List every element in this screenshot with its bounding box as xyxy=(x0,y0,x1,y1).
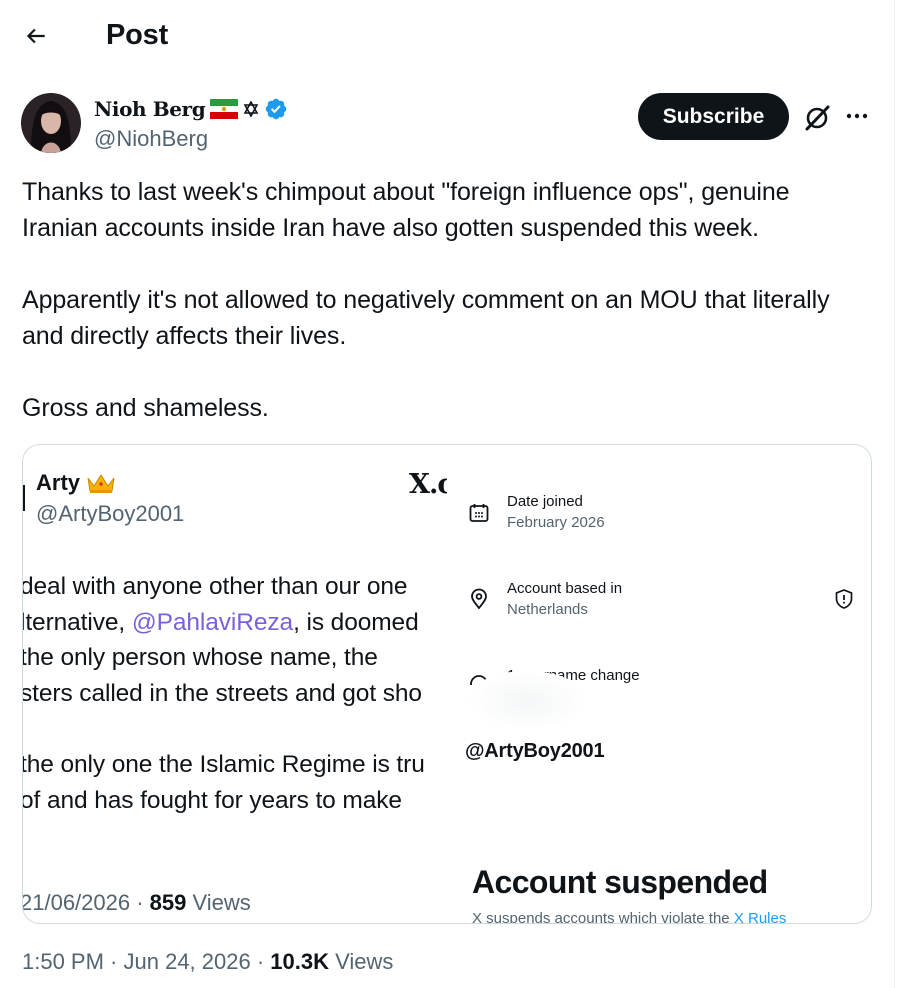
tweet-media-image[interactable]: Arty @ArtyBoy2001 X.c deal with anyone o… xyxy=(22,444,872,924)
mention-link: @PahlaviReza xyxy=(131,608,294,636)
date-joined-value: February 2026 xyxy=(507,514,605,531)
tweet-paragraph: Thanks to last week's chimpout about "fo… xyxy=(22,178,790,242)
quoted-line: of and has fought for years to make xyxy=(23,786,402,814)
quoted-handle: @ArtyBoy2001 xyxy=(36,501,185,526)
date-joined-label: Date joined xyxy=(507,493,583,510)
more-dots-icon xyxy=(846,113,868,119)
account-suspended-subtext: X suspends accounts which violate the X … xyxy=(472,910,786,923)
verified-badge-icon[interactable] xyxy=(264,97,288,121)
tweet-views-count: 10.3K xyxy=(270,949,330,974)
quoted-name-row: Arty xyxy=(36,470,116,496)
more-options-button[interactable] xyxy=(842,101,872,131)
avatar[interactable] xyxy=(21,93,81,153)
shield-info-icon xyxy=(835,589,853,609)
quoted-views-count: 859 xyxy=(149,890,187,915)
grok-icon xyxy=(805,105,830,131)
page-header: Post xyxy=(0,0,894,72)
tweet-text: Thanks to last week's chimpout about "fo… xyxy=(22,174,872,426)
quoted-line: the only person whose name, the xyxy=(23,644,378,671)
iran-lion-sun-flag-icon xyxy=(210,99,239,119)
column-border xyxy=(894,0,895,988)
back-button[interactable] xyxy=(18,18,54,54)
avatar-placeholder xyxy=(467,671,587,731)
location-pin-icon xyxy=(467,587,491,611)
subscribe-button[interactable]: Subscribe xyxy=(638,93,789,140)
quoted-line: sters called in the streets and got sho xyxy=(23,679,422,707)
account-based-label: Account based in xyxy=(507,580,623,597)
crown-icon xyxy=(87,474,115,493)
grok-button[interactable] xyxy=(800,101,834,135)
quoted-views-label: Views xyxy=(192,890,251,915)
account-based-value: Netherlands xyxy=(507,601,588,618)
x-rules-link: X Rules xyxy=(733,910,787,923)
quoted-line: lternative, @PahlaviReza, is doomed xyxy=(23,608,419,636)
tweet-paragraph: Apparently it's not allowed to negativel… xyxy=(22,286,830,350)
tweet-meta: 1:50 PM · Jun 24, 2026 · 10.3K Views xyxy=(22,949,394,974)
tweet-views-label: Views xyxy=(335,949,394,974)
quoted-line: the only one the Islamic Regime is tru xyxy=(23,751,425,778)
tweet-time[interactable]: 1:50 PM xyxy=(22,949,104,974)
x-logo-icon: X.c xyxy=(409,469,447,500)
suspended-handle: @ArtyBoy2001 xyxy=(465,740,605,762)
media-left-screenshot: Arty @ArtyBoy2001 X.c deal with anyone o… xyxy=(23,445,447,923)
quoted-line: deal with anyone other than our one xyxy=(23,573,408,600)
quoted-meta: 21/06/2026 · 859 Views xyxy=(23,890,251,916)
arrow-left-icon xyxy=(26,28,45,44)
author-handle[interactable]: @NiohBerg xyxy=(94,126,208,152)
star-of-david-icon xyxy=(243,101,259,117)
account-suspended-title: Account suspended xyxy=(472,864,768,900)
author-display-name[interactable]: Nioh Berg xyxy=(94,97,206,121)
author-name-row: Nioh Berg xyxy=(94,96,288,122)
tweet-paragraph: Gross and shameless. xyxy=(22,394,269,422)
quoted-date: 21/06/2026 xyxy=(23,890,131,915)
tweet-date[interactable]: Jun 24, 2026 xyxy=(124,949,251,974)
quoted-body: deal with anyone other than our one lter… xyxy=(23,569,447,818)
quoted-display-name: Arty xyxy=(36,470,81,495)
page-title: Post xyxy=(106,19,169,51)
media-right-screenshot: Date joined February 2026 Account based … xyxy=(447,445,871,923)
crop-edge xyxy=(23,485,25,511)
calendar-icon xyxy=(467,501,491,525)
